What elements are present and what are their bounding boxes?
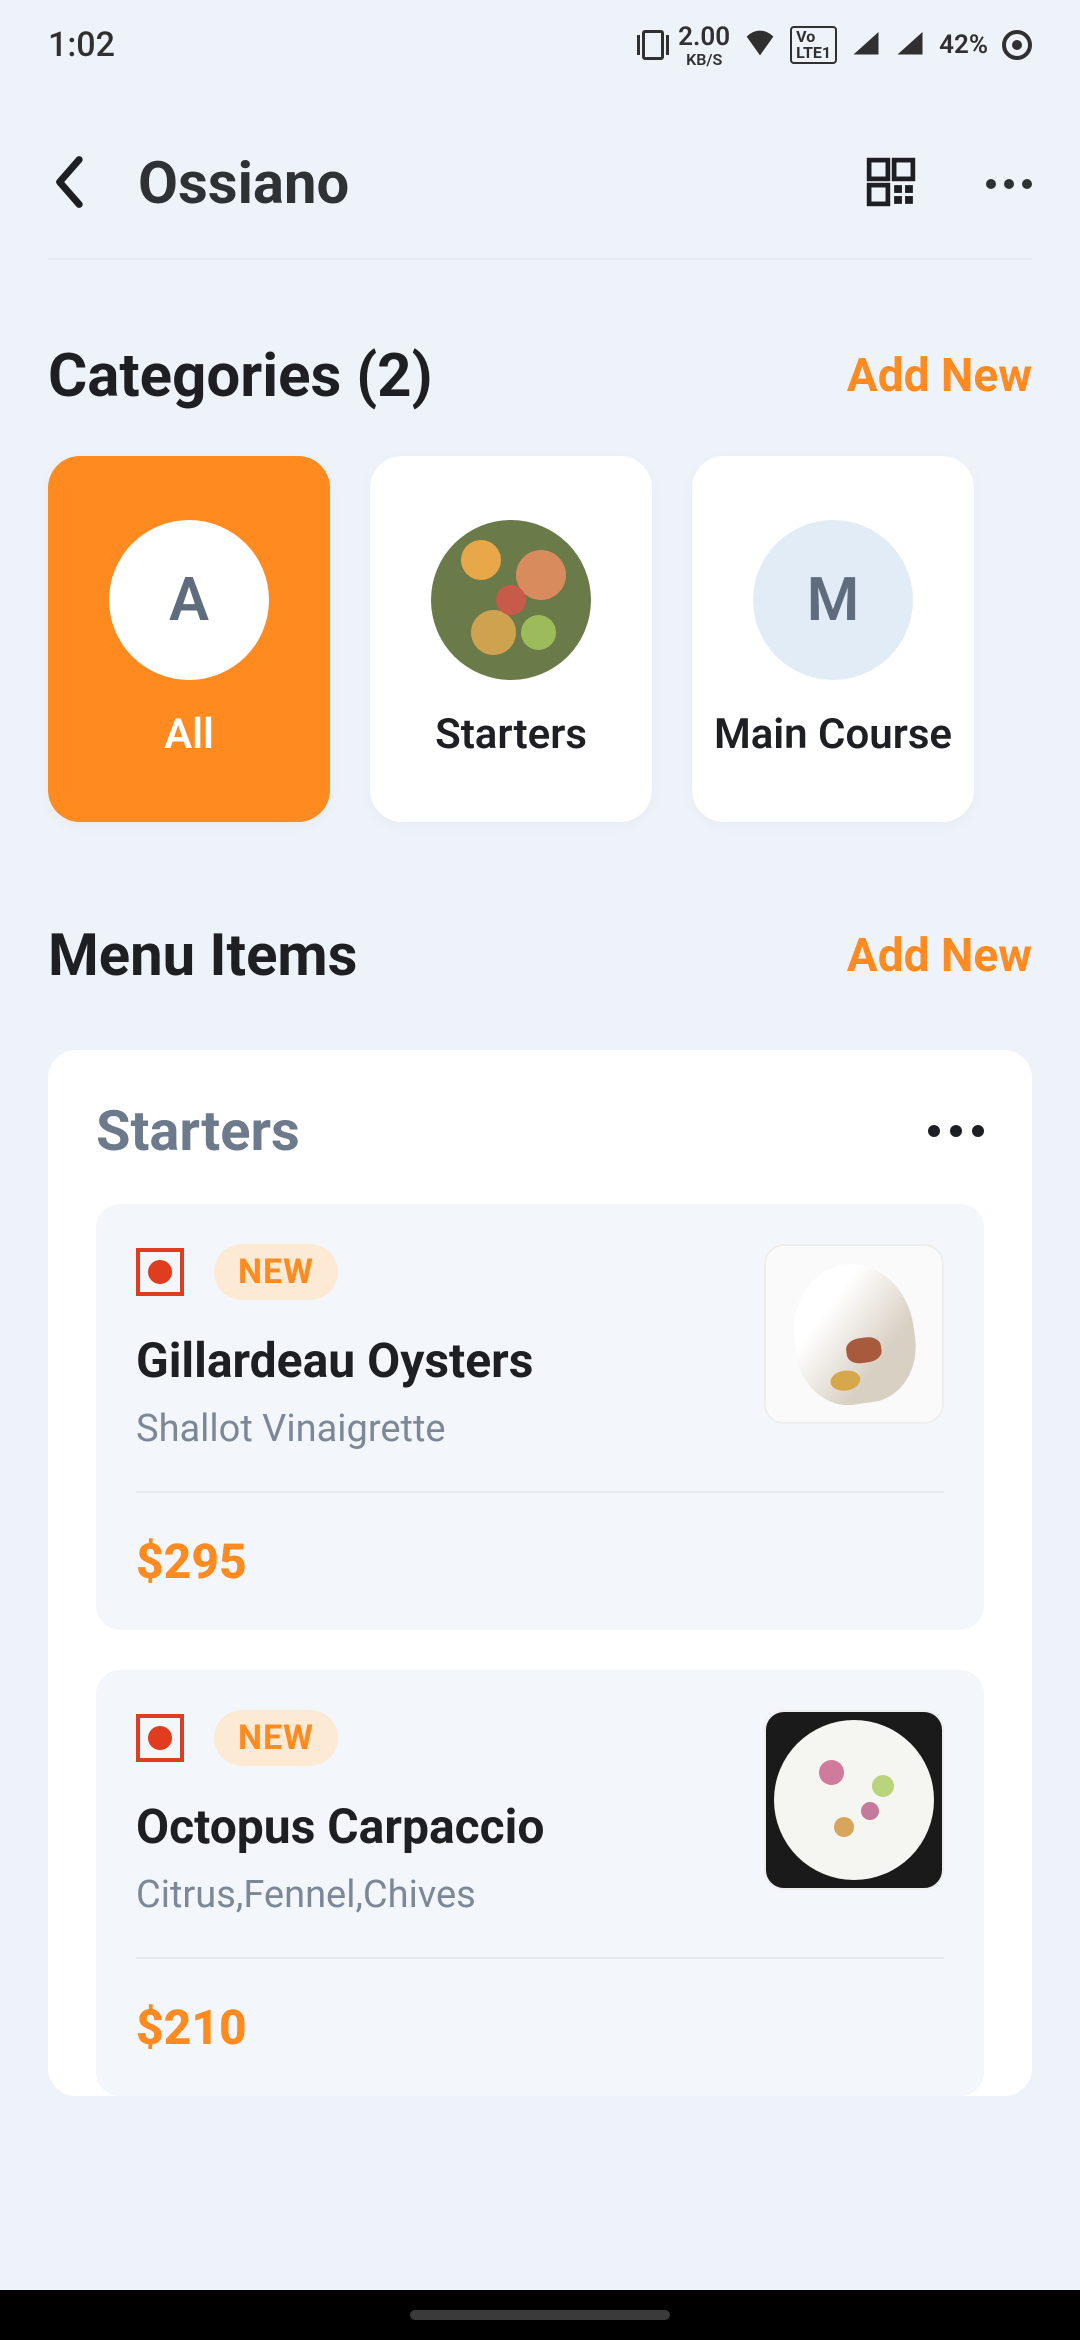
status-bar: 1:02 2.00 KB/S VoLTE1 42% (0, 0, 1080, 90)
menu-item-thumbnail (764, 1244, 944, 1424)
menu-item-name: Octopus Carpaccio (136, 1798, 734, 1855)
menu-item-description: Shallot Vinaigrette (136, 1407, 734, 1451)
item-divider (136, 1957, 944, 1959)
page-title: Ossiano (138, 150, 816, 218)
menu-item-thumbnail (764, 1710, 944, 1890)
network-rate: 2.00 KB/S (678, 22, 730, 68)
item-divider (136, 1491, 944, 1493)
menu-group-card: Starters NEW Gillardeau Oysters Shallot … (48, 1050, 1032, 2096)
menu-item-card[interactable]: NEW Gillardeau Oysters Shallot Vinaigret… (96, 1204, 984, 1630)
add-menu-item-button[interactable]: Add New (847, 929, 1032, 983)
menu-group-header: Starters (96, 1098, 984, 1164)
record-icon (1002, 30, 1032, 60)
menu-items-header: Menu Items Add New (0, 872, 1080, 1050)
add-category-button[interactable]: Add New (847, 349, 1032, 403)
menu-item-card[interactable]: NEW Octopus Carpaccio Citrus,Fennel,Chiv… (96, 1670, 984, 2096)
vibrate-icon (642, 30, 664, 60)
gesture-bar (0, 2290, 1080, 2340)
category-label: Main Course (714, 710, 952, 759)
menu-item-description: Citrus,Fennel,Chives (136, 1873, 734, 1917)
app-header: Ossiano (0, 90, 1080, 258)
back-button[interactable] (48, 154, 88, 214)
new-badge: NEW (214, 1244, 338, 1300)
nonveg-marker-icon (136, 1248, 184, 1296)
nonveg-marker-icon (136, 1714, 184, 1762)
new-badge: NEW (214, 1710, 338, 1766)
categories-title: Categories (2) (48, 340, 433, 411)
category-thumb-image (431, 520, 591, 680)
category-label: All (164, 710, 214, 759)
home-indicator[interactable] (410, 2310, 670, 2320)
signal-icon-2 (895, 29, 925, 62)
category-all[interactable]: A All (48, 456, 330, 822)
status-time: 1:02 (48, 25, 115, 65)
menu-items-title: Menu Items (48, 922, 357, 990)
category-thumb-letter: A (109, 520, 269, 680)
menu-group-title: Starters (96, 1098, 300, 1164)
signal-icon-1 (851, 29, 881, 62)
network-rate-value: 2.00 (678, 22, 730, 52)
category-starters[interactable]: Starters (370, 456, 652, 822)
qr-code-button[interactable] (866, 157, 916, 211)
categories-list[interactable]: A All Starters M Main Course (0, 456, 1080, 872)
battery-percent: 42% (939, 30, 988, 60)
menu-item-price: $210 (136, 1999, 944, 2056)
network-rate-unit: KB/S (686, 52, 722, 68)
menu-item-price: $295 (136, 1533, 944, 1590)
more-button[interactable] (986, 179, 1032, 189)
category-label: Starters (435, 710, 587, 759)
menu-group-more-button[interactable] (928, 1125, 984, 1137)
volte-icon: VoLTE1 (790, 26, 837, 64)
status-indicators: 2.00 KB/S VoLTE1 42% (642, 22, 1032, 68)
category-main-course[interactable]: M Main Course (692, 456, 974, 822)
wifi-icon (744, 28, 776, 63)
menu-item-name: Gillardeau Oysters (136, 1332, 734, 1389)
categories-header: Categories (2) Add New (0, 260, 1080, 456)
category-thumb-letter: M (753, 520, 913, 680)
